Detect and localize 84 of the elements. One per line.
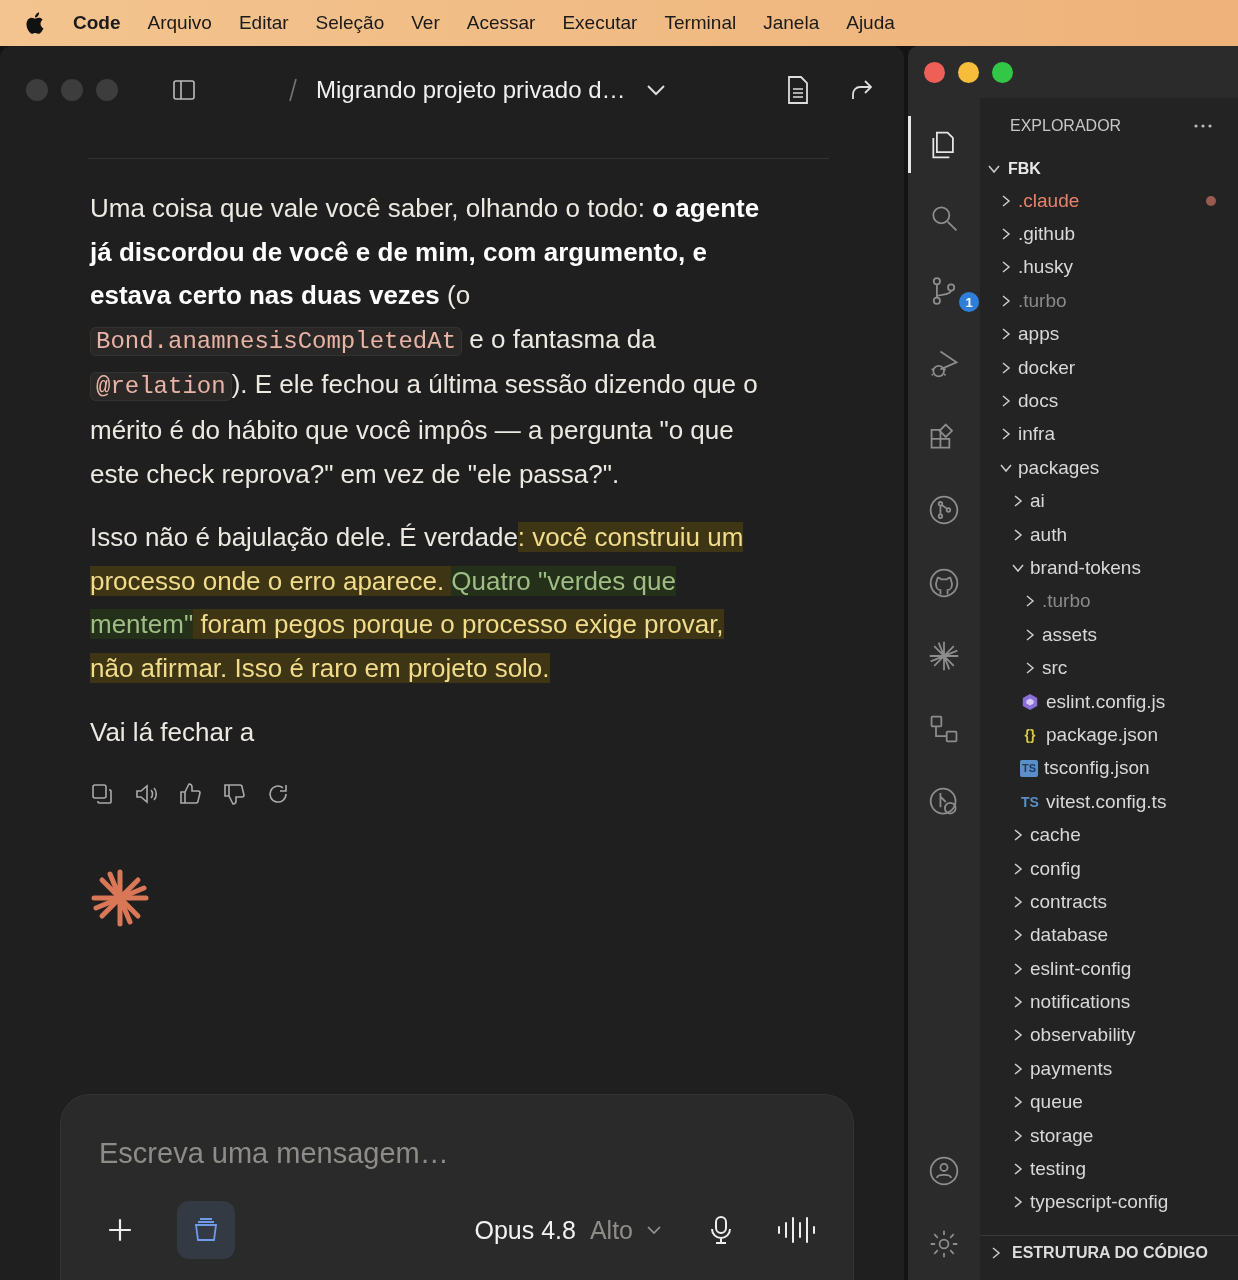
folder-item[interactable]: .turbo bbox=[980, 584, 1238, 619]
project-button[interactable] bbox=[177, 1201, 235, 1259]
folder-item[interactable]: brand-tokens bbox=[980, 551, 1238, 585]
outline-section-header[interactable]: ESTRUTURA DO CÓDIGO bbox=[980, 1235, 1238, 1270]
message-paragraph: Uma coisa que vale você saber, olhando o todo: o agente já discordou de você e de mim, com argumento, e estava certo nas duas vezes (o Bond.anamnesisCompletedAt e o fantasma da @relation ). E ele fechou a última sessão dizendo que o mérito é do hábito que você impôs — a pergunta "o que este check reprova?" em vez de "ele passa?". bbox=[90, 192, 761, 491]
document-icon[interactable] bbox=[786, 75, 810, 105]
copy-icon[interactable] bbox=[90, 782, 114, 807]
message-paragraph: Isso não é bajulação dele. É verdade: você construiu um processo onde o erro aparece. Quatro "verdes que mentem" foram pegos porque o processo exige provar, não afirmar. Isso é raro em projeto solo. bbox=[90, 521, 745, 685]
folder-item[interactable]: contracts bbox=[980, 885, 1238, 919]
chevron-down-icon bbox=[647, 1226, 661, 1234]
folder-item[interactable]: assets bbox=[980, 618, 1238, 652]
chevron-right-icon bbox=[990, 1247, 1002, 1259]
effort-level: Alto bbox=[589, 1215, 633, 1245]
folder-item[interactable]: .claude bbox=[980, 184, 1238, 218]
close-window-button[interactable] bbox=[924, 61, 945, 83]
thumbs-up-icon[interactable] bbox=[178, 782, 202, 807]
voice-waveform-icon[interactable] bbox=[777, 1215, 817, 1245]
message-input[interactable]: Escreva uma mensagem… bbox=[99, 1131, 817, 1175]
microphone-icon[interactable] bbox=[709, 1215, 733, 1245]
ts-file-icon: TS bbox=[1020, 759, 1038, 777]
model-selector[interactable]: Opus 4.8 Alto bbox=[474, 1215, 661, 1245]
ts-file-icon: TS bbox=[1020, 793, 1040, 810]
file-item[interactable]: eslint.config.js bbox=[980, 684, 1238, 719]
menu-item[interactable]: Executar bbox=[562, 12, 638, 34]
folder-item[interactable]: eslint-config bbox=[980, 952, 1238, 986]
menu-item[interactable]: Editar bbox=[238, 12, 289, 34]
menu-item[interactable]: Terminal bbox=[664, 12, 737, 34]
minimize-window-button[interactable] bbox=[958, 61, 979, 83]
github-icon[interactable] bbox=[928, 566, 960, 599]
plus-icon[interactable] bbox=[107, 1217, 133, 1243]
git-graph-icon[interactable] bbox=[928, 493, 960, 526]
folder-stack-icon bbox=[192, 1216, 220, 1244]
menu-item[interactable]: Janela bbox=[763, 12, 820, 34]
menu-item[interactable]: Ajuda bbox=[846, 12, 895, 34]
zoom-window-button[interactable] bbox=[992, 61, 1013, 83]
path-separator-icon bbox=[288, 77, 298, 103]
folder-item[interactable]: docker bbox=[980, 350, 1238, 385]
folder-item[interactable]: storage bbox=[980, 1118, 1238, 1153]
file-item[interactable]: TS tsconfig.json bbox=[980, 751, 1238, 786]
braces-icon: {} bbox=[1020, 726, 1040, 743]
folder-item[interactable]: cache bbox=[980, 818, 1238, 852]
menu-item[interactable]: Seleção bbox=[315, 12, 385, 34]
sparkle-icon[interactable] bbox=[928, 639, 960, 672]
folder-item[interactable]: testing bbox=[980, 1152, 1238, 1186]
folder-item[interactable]: packages bbox=[980, 451, 1238, 485]
folder-item[interactable]: payments bbox=[980, 1052, 1238, 1086]
model-name: Opus 4.8 bbox=[474, 1215, 576, 1245]
folder-item[interactable]: notifications bbox=[980, 985, 1238, 1019]
folder-item[interactable]: auth bbox=[980, 517, 1238, 552]
sidebar-toggle-icon[interactable] bbox=[172, 78, 196, 102]
folder-item[interactable]: .github bbox=[980, 217, 1238, 251]
folder-item[interactable]: config bbox=[980, 851, 1238, 886]
folder-item[interactable]: src bbox=[980, 651, 1238, 685]
folder-item[interactable]: database bbox=[980, 918, 1238, 952]
folder-item[interactable]: ai bbox=[980, 484, 1238, 518]
hexagon-icon bbox=[1020, 692, 1040, 711]
share-arrow-icon[interactable] bbox=[850, 78, 874, 102]
apple-logo-icon[interactable] bbox=[24, 11, 44, 35]
folder-item[interactable]: observability bbox=[980, 1018, 1238, 1053]
account-icon[interactable] bbox=[928, 1154, 960, 1187]
folder-item[interactable]: queue bbox=[980, 1085, 1238, 1119]
file-item[interactable]: {} package.json bbox=[980, 718, 1238, 752]
folder-item[interactable]: apps bbox=[980, 317, 1238, 351]
notification-badge: 1 bbox=[959, 292, 979, 312]
active-indicator bbox=[908, 116, 911, 173]
menu-item[interactable]: Ver bbox=[411, 12, 440, 34]
sparkle-logo-icon bbox=[90, 868, 150, 929]
workspace-folder[interactable]: FBK bbox=[980, 154, 1238, 184]
menu-item[interactable]: Arquivo bbox=[147, 12, 212, 34]
menu-item[interactable]: Code bbox=[73, 12, 121, 34]
folder-item[interactable]: docs bbox=[980, 384, 1238, 418]
more-icon[interactable] bbox=[1194, 124, 1212, 128]
folder-item[interactable]: .turbo bbox=[980, 284, 1238, 318]
modified-dot bbox=[1206, 195, 1216, 206]
file-item[interactable]: TS vitest.config.ts bbox=[980, 785, 1238, 819]
folder-item[interactable]: .husky bbox=[980, 250, 1238, 285]
conversation-title[interactable]: Migrando projeto privado d… bbox=[316, 76, 626, 104]
thumbs-down-icon[interactable] bbox=[222, 782, 246, 807]
folder-item[interactable]: typescript-config bbox=[980, 1185, 1238, 1220]
message-paragraph: Vai lá fechar a bbox=[90, 715, 256, 749]
menu-item[interactable]: Acessar bbox=[466, 12, 536, 34]
explorer-title: EXPLORADOR bbox=[1010, 117, 1122, 135]
folder-item[interactable]: infra bbox=[980, 417, 1238, 452]
chevron-down-icon[interactable] bbox=[645, 84, 666, 96]
